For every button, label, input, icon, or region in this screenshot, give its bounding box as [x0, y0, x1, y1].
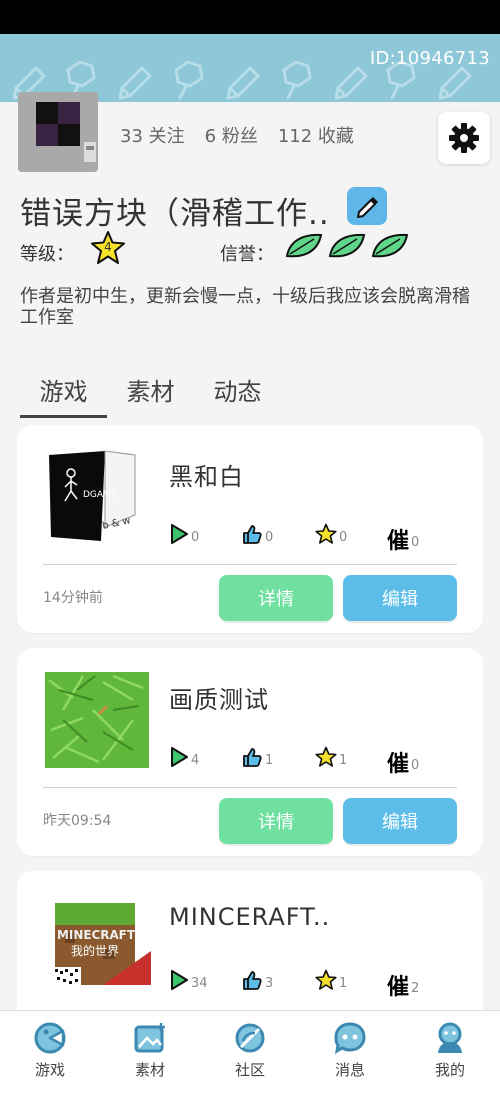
edit-button[interactable]: 编辑 [343, 575, 457, 621]
status-bar [0, 0, 500, 34]
profile-icon [438, 1022, 462, 1053]
user-id: ID:10946713 [369, 48, 490, 69]
urge-metric: 催 0 [387, 523, 419, 555]
urge-icon: 催 [387, 752, 410, 777]
game-time: 昨天09:54 [43, 813, 112, 829]
nav-materials[interactable]: 素材 [100, 1021, 200, 1091]
game-thumbnail [43, 670, 153, 770]
edit-button[interactable]: 编辑 [343, 798, 457, 844]
nav-games[interactable]: 游戏 [0, 1021, 100, 1091]
likes-metric: 0 [241, 523, 273, 545]
thumb-logo-text: MINECRAFT [57, 928, 136, 942]
leaf-icon [285, 233, 323, 258]
profile-panel: 33 关注 6 粉丝 112 收藏 错误方块（滑稽工作.. 等级： 4 信誉： … [0, 92, 500, 1079]
urge-icon: 催 [387, 529, 410, 554]
following-count[interactable]: 33 关注 [120, 122, 185, 148]
level-label: 等级： [20, 244, 74, 265]
game-icon [34, 1022, 66, 1054]
game-title: 黑和白 [169, 463, 244, 491]
profile-tabs: 游戏 素材 动态 [20, 372, 281, 418]
game-card[interactable]: DGAME b & w 黑和白 0 0 0 催 0 14分钟前 详情 编辑 [17, 425, 483, 633]
likes-metric: 1 [241, 746, 273, 768]
credit-leaves [284, 232, 410, 260]
urge-metric: 催 0 [387, 746, 419, 778]
profile-stats: 33 关注 6 粉丝 112 收藏 [120, 122, 354, 148]
avatar[interactable] [18, 92, 98, 172]
plays-metric: 0 [169, 523, 199, 545]
leaf-icon [328, 233, 366, 258]
game-metrics: 4 1 1 催 0 [169, 746, 469, 778]
leaf-icon [371, 233, 409, 258]
svg-text:DGAME: DGAME [83, 490, 117, 500]
nav-messages[interactable]: 消息 [300, 1021, 400, 1091]
credit-label: 信誉： [220, 244, 274, 265]
thumb-logo-subtext: 我的世界 [71, 943, 119, 958]
detail-button[interactable]: 详情 [219, 798, 333, 844]
play-icon [171, 970, 188, 990]
plays-metric: 4 [169, 746, 199, 768]
card-divider [43, 787, 457, 788]
tab-games[interactable]: 游戏 [20, 372, 107, 418]
tab-materials[interactable]: 素材 [107, 372, 194, 418]
urge-icon: 催 [387, 975, 410, 1000]
plays-metric: 34 [169, 969, 208, 991]
username: 错误方块（滑稽工作.. [20, 196, 330, 232]
bottom-nav: 游戏 素材 社区 消息 我的 [0, 1010, 500, 1111]
urge-metric: 催 2 [387, 969, 419, 1001]
image-icon [134, 1023, 165, 1053]
star-icon [315, 969, 337, 990]
game-time: 14分钟前 [43, 590, 103, 606]
likes-metric: 3 [241, 969, 273, 991]
favorites-count[interactable]: 112 收藏 [278, 122, 354, 148]
fans-count[interactable]: 6 粉丝 [205, 122, 258, 148]
thumbs-up-icon [243, 748, 262, 767]
bio: 作者是初中生，更新会慢一点，十级后我应该会脱离滑稽工作室 [20, 286, 470, 328]
edit-name-button[interactable] [347, 187, 387, 225]
game-thumbnail: MINECRAFT 我的世界 [43, 893, 153, 993]
play-icon [171, 747, 188, 767]
thumbs-up-icon [243, 525, 262, 544]
detail-button[interactable]: 详情 [219, 575, 333, 621]
game-metrics: 34 3 1 催 2 [169, 969, 469, 1001]
play-icon [171, 524, 188, 544]
stars-metric: 1 [315, 746, 347, 768]
card-divider [43, 564, 457, 565]
level-value: 4 [104, 240, 112, 254]
game-title: MINCERAFT.. [169, 903, 331, 931]
stars-metric: 1 [315, 969, 347, 991]
nav-profile[interactable]: 我的 [400, 1021, 500, 1091]
game-thumbnail: DGAME b & w [43, 447, 153, 547]
message-icon [334, 1022, 366, 1054]
avatar-image [18, 92, 98, 172]
thumbs-up-icon [243, 971, 262, 990]
star-icon [315, 523, 337, 544]
gear-icon [449, 123, 479, 153]
settings-button[interactable] [438, 112, 490, 164]
pencil-icon [357, 196, 379, 218]
tab-activity[interactable]: 动态 [194, 372, 281, 418]
star-icon [315, 746, 337, 767]
nav-community[interactable]: 社区 [200, 1021, 300, 1091]
stars-metric: 0 [315, 523, 347, 545]
game-metrics: 0 0 0 催 0 [169, 523, 469, 555]
game-title: 画质测试 [169, 686, 269, 714]
game-card[interactable]: 画质测试 4 1 1 催 0 昨天09:54 详情 编辑 [17, 648, 483, 856]
community-icon [235, 1023, 265, 1053]
